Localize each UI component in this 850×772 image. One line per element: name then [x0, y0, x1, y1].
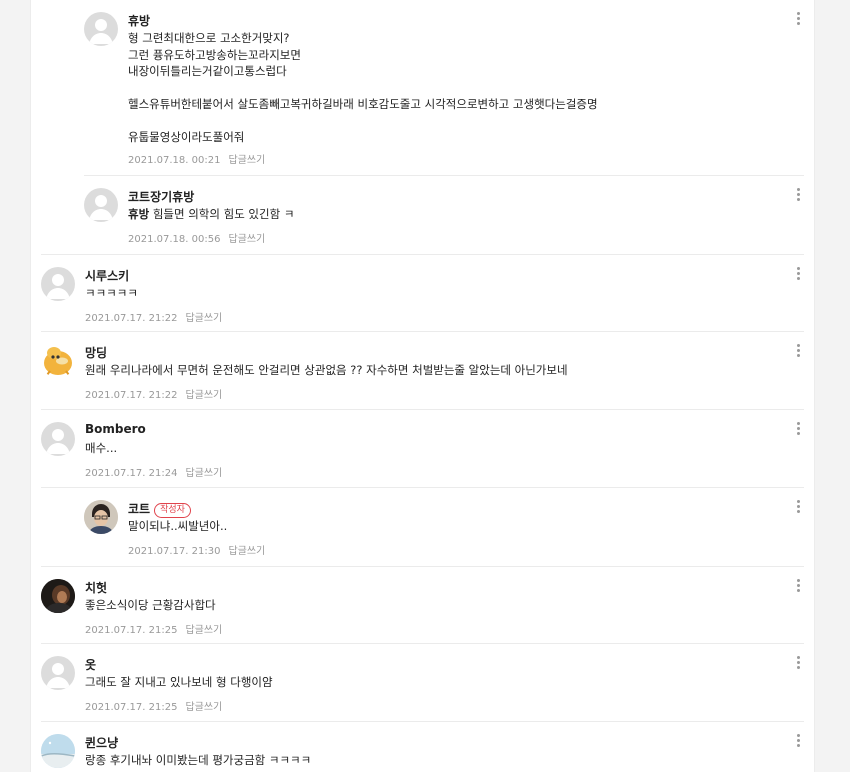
comment-item: 시루스키 ㅋㅋㅋㅋㅋ 2021.07.17. 21:22 답글쓰기	[41, 254, 804, 332]
more-options-icon[interactable]	[792, 732, 804, 750]
reply-button[interactable]: 답글쓰기	[228, 234, 265, 245]
comment-author[interactable]: 망딩	[85, 344, 107, 361]
author-badge: 작성자	[154, 503, 191, 518]
comment-text: 휴방 힘들면 의학의 힘도 있긴함 ㅋ	[128, 206, 294, 223]
comment-item: 코트장기휴방 휴방 힘들면 의학의 힘도 있긴함 ㅋ 2021.07.18. 0…	[84, 176, 804, 254]
comment-line: 힘들면 의학의 힘도 있긴함 ㅋ	[149, 207, 295, 221]
more-options-icon[interactable]	[792, 10, 804, 28]
comment-line: 그런 퓽유도하고방송하는꼬라지보면	[128, 47, 301, 62]
comment-meta: 2021.07.17. 21:24 답글쓰기	[85, 464, 222, 479]
reply-button[interactable]: 답글쓰기	[228, 155, 265, 166]
sky-photo-avatar-icon[interactable]	[41, 734, 75, 768]
comment-meta: 2021.07.17. 21:22 답글쓰기	[85, 386, 222, 401]
more-options-icon[interactable]	[792, 420, 804, 438]
reply-button[interactable]: 답글쓰기	[185, 625, 222, 636]
comment-author[interactable]: 퀸으냥	[85, 734, 118, 751]
mention[interactable]: 휴방	[128, 207, 149, 221]
comment-text: 좋은소식이당 근황감사합다	[85, 598, 216, 612]
comment-text: 형 그련최대한으로 고소한거맞지? 그런 퓽유도하고방송하는꼬라지보면 내장이뒤…	[128, 30, 598, 146]
default-avatar-icon[interactable]	[41, 267, 75, 301]
more-options-icon[interactable]	[792, 498, 804, 516]
reply-button[interactable]: 답글쓰기	[185, 702, 222, 713]
default-avatar-icon[interactable]	[84, 188, 118, 222]
default-avatar-icon[interactable]	[84, 12, 118, 46]
comment-text: 랑종 후기내놔 이미봤는데 평가궁금함 ㅋㅋㅋㅋ	[85, 753, 312, 767]
comment-item: 코트 작성자 말이되냐..씨발년아.. 2021.07.17. 21:30 답글쓰기	[84, 488, 804, 566]
reply-button[interactable]: 답글쓰기	[185, 313, 222, 324]
default-avatar-icon[interactable]	[41, 422, 75, 456]
comment-meta: 2021.07.18. 00:21 답글쓰기	[128, 151, 265, 166]
comment-line: 형 그련최대한으로 고소한거맞지?	[128, 31, 290, 45]
author-name[interactable]: 코트	[128, 502, 150, 516]
comment-date: 2021.07.17. 21:25	[85, 625, 178, 636]
comment-meta: 2021.07.17. 21:25 답글쓰기	[85, 698, 222, 713]
more-options-icon[interactable]	[792, 342, 804, 360]
comment-list: 휴방 형 그련최대한으로 고소한거맞지? 그런 퓽유도하고방송하는꼬라지보면 내…	[30, 0, 815, 772]
dark-photo-avatar-icon[interactable]	[41, 579, 75, 613]
comment-date: 2021.07.17. 21:24	[85, 468, 178, 479]
comment-item: 옷 그래도 잘 지내고 있나보네 형 다행이얌 2021.07.17. 21:2…	[41, 644, 804, 722]
more-options-icon[interactable]	[792, 186, 804, 204]
comment-text: ㅋㅋㅋㅋㅋ	[85, 286, 138, 300]
comment-text: 말이되냐..씨발년아..	[128, 519, 228, 533]
comment-date: 2021.07.17. 21:22	[85, 313, 178, 324]
person-photo-avatar-icon[interactable]	[84, 500, 118, 534]
comment-meta: 2021.07.18. 00:56 답글쓰기	[128, 230, 265, 245]
comment-item: 치헛 좋은소식이당 근황감사합다 2021.07.17. 21:25 답글쓰기	[41, 566, 804, 644]
comment-author[interactable]: 코트 작성자	[128, 500, 191, 518]
reply-button[interactable]: 답글쓰기	[185, 468, 222, 479]
comment-date: 2021.07.17. 21:30	[128, 546, 221, 557]
comment-meta: 2021.07.17. 21:25 답글쓰기	[85, 621, 222, 636]
duck-avatar-icon[interactable]	[41, 344, 75, 378]
comment-item: Bombero 매수... 2021.07.17. 21:24 답글쓰기	[41, 410, 804, 488]
comment-date: 2021.07.18. 00:21	[128, 155, 221, 166]
comment-item: 망딩 원래 우리나라에서 무면허 운전해도 안걸리면 상관없음 ?? 자수하면 …	[41, 332, 804, 410]
comment-text: 그래도 잘 지내고 있나보네 형 다행이얌	[85, 675, 273, 689]
comment-author[interactable]: 시루스키	[85, 267, 129, 284]
comment-date: 2021.07.17. 21:22	[85, 390, 178, 401]
comment-line: 헬스유튜버한테붙어서 살도좀빼고복귀하길바래 비호감도줄고 시각적으로변하고 고…	[128, 97, 598, 111]
comment-text: 원래 우리나라에서 무면허 운전해도 안걸리면 상관없음 ?? 자수하면 처벌받…	[85, 363, 568, 377]
more-options-icon[interactable]	[792, 577, 804, 595]
comment-line: 내장이뒤틀리는거같이고통스럽다	[128, 64, 287, 78]
more-options-icon[interactable]	[792, 265, 804, 283]
comment-author[interactable]: 옷	[85, 656, 96, 673]
comment-author[interactable]: 휴방	[128, 12, 150, 29]
default-avatar-icon[interactable]	[41, 656, 75, 690]
comment-author[interactable]: Bombero	[85, 422, 146, 436]
comment-date: 2021.07.17. 21:25	[85, 702, 178, 713]
comment-text: 매수...	[85, 441, 118, 455]
reply-button[interactable]: 답글쓰기	[185, 390, 222, 401]
comment-meta: 2021.07.17. 21:30 답글쓰기	[128, 542, 265, 557]
comment-author[interactable]: 치헛	[85, 579, 107, 596]
comment-item: 퀸으냥 랑종 후기내놔 이미봤는데 평가궁금함 ㅋㅋㅋㅋ	[41, 722, 804, 772]
comment-line: 유툽물영상이라도풀어줘	[128, 130, 245, 144]
more-options-icon[interactable]	[792, 654, 804, 672]
comment-author[interactable]: 코트장기휴방	[128, 188, 194, 205]
comment-date: 2021.07.18. 00:56	[128, 234, 221, 245]
reply-button[interactable]: 답글쓰기	[228, 546, 265, 557]
comment-item: 휴방 형 그련최대한으로 고소한거맞지? 그런 퓽유도하고방송하는꼬라지보면 내…	[84, 0, 804, 176]
comment-meta: 2021.07.17. 21:22 답글쓰기	[85, 309, 222, 324]
